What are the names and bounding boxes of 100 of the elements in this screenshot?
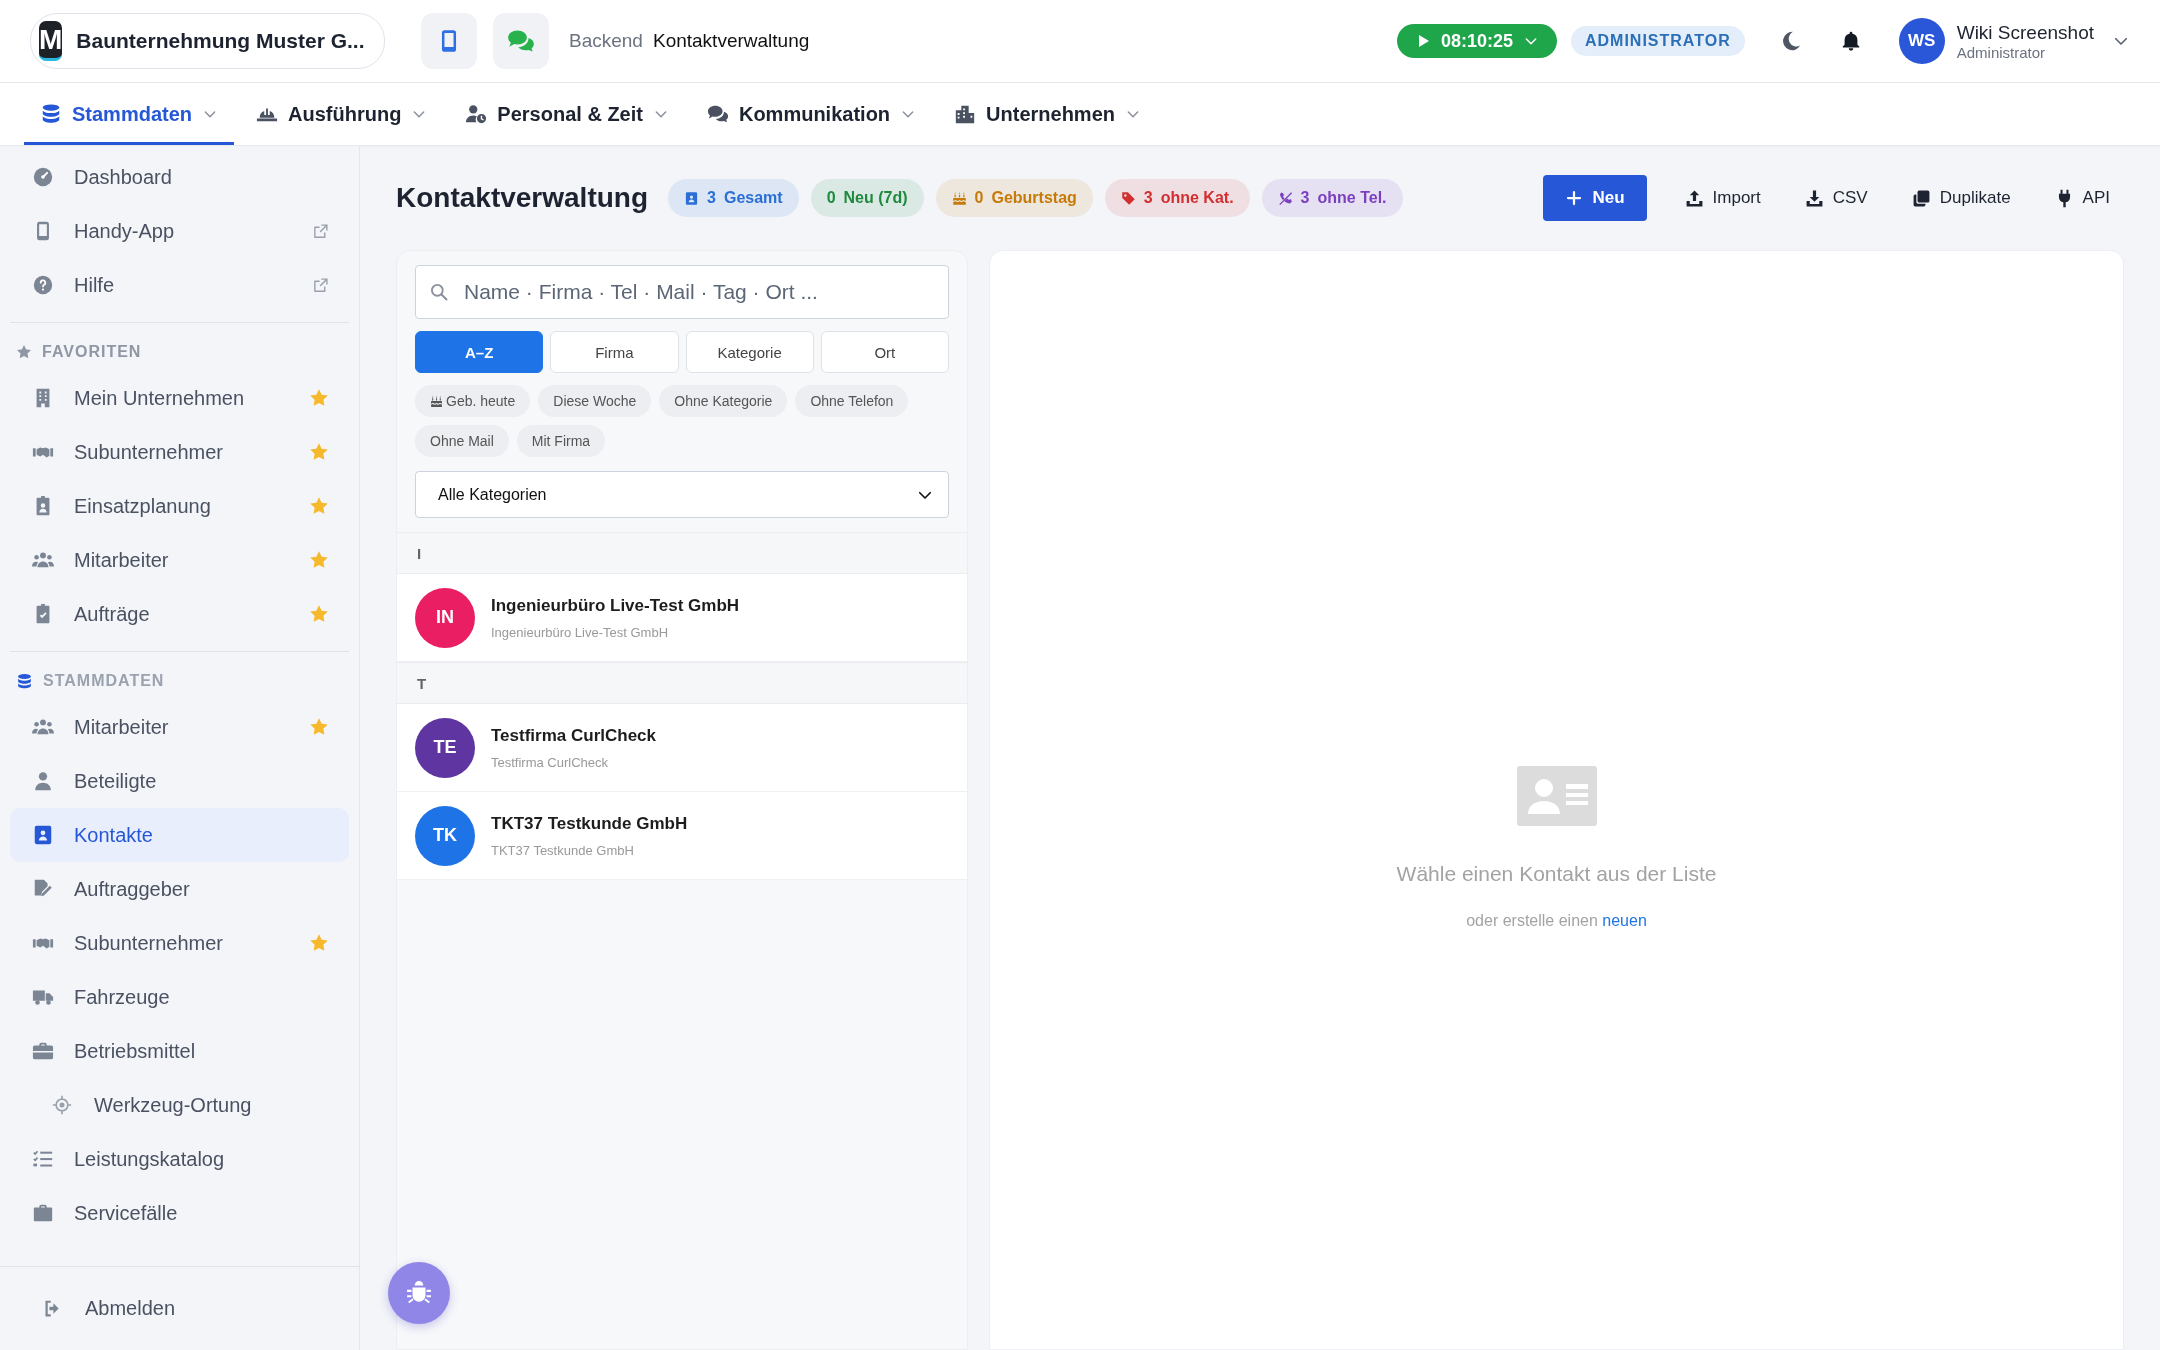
sort-tab[interactable]: A–Z [415, 331, 544, 373]
toolbar-button[interactable]: API [2040, 175, 2124, 221]
filter-chip[interactable]: Geb. heute [415, 385, 531, 417]
contact-name: TKT37 Testkunde GmbH [491, 813, 688, 834]
stat-badge[interactable]: 3 Gesamt [668, 179, 799, 217]
contact-row[interactable]: IN Ingenieurbüro Live-Test GmbH Ingenieurbüro Live-Test GmbH [397, 574, 967, 662]
star-icon [309, 496, 329, 516]
copy-icon [1911, 188, 1931, 208]
logout-link[interactable]: Abmelden [10, 1281, 349, 1335]
nav-tab[interactable]: Personal & Zeit [449, 83, 685, 145]
contact-company: Testfirma CurlCheck [491, 754, 610, 770]
empty-state-hint: oder erstelle einen [1466, 911, 1598, 929]
sidebar-item[interactable]: Beteiligte [10, 754, 349, 808]
role-badge: ADMINISTRATOR [1571, 26, 1745, 56]
database-icon [40, 103, 62, 125]
sidebar-item[interactable]: Kontakte [10, 808, 349, 862]
sidebar-item[interactable]: Mitarbeiter [10, 533, 349, 587]
contact-avatar: IN [415, 587, 475, 648]
external-link-icon [312, 276, 329, 294]
new-contact-link[interactable]: neuen [1602, 911, 1647, 929]
briefcase-icon [32, 1202, 54, 1224]
filter-chip[interactable]: Mit Firma [516, 425, 606, 457]
sort-tab[interactable]: Ort [820, 331, 949, 373]
phone-slash-icon [1277, 190, 1293, 206]
contact-name: Testfirma CurlCheck [491, 725, 656, 746]
sidebar-item[interactable]: Betriebsmittel [10, 1024, 349, 1078]
sidebar-item[interactable]: Mitarbeiter [10, 700, 349, 754]
company-name: Baunternehmung Muster G... [76, 29, 365, 53]
search-field[interactable]: Name · Firma · Tel · Mail · Tag · Ort ... [415, 265, 949, 319]
mobile-app-button[interactable] [421, 13, 477, 69]
contact-card-icon [1516, 765, 1597, 826]
buildings-icon [954, 103, 977, 125]
stat-badge[interactable]: 0 Neu (7d) [810, 179, 924, 217]
sort-tab[interactable]: Firma [550, 331, 679, 373]
sidebar-item[interactable]: Servicefälle [10, 1186, 349, 1240]
sidebar-item[interactable]: Subunternehmer [10, 916, 349, 970]
user-clock-icon [465, 103, 488, 125]
user-role: Administrator [1956, 43, 2047, 61]
chat-button[interactable] [493, 13, 549, 69]
user-avatar: WS [1898, 18, 1945, 64]
database-icon [16, 672, 33, 690]
stat-badge[interactable]: 3 ohne Tel. [1261, 179, 1403, 217]
sidebar-item[interactable]: Einsatzplanung [10, 479, 349, 533]
star-icon [309, 717, 329, 737]
star-icon [309, 442, 329, 462]
category-select[interactable]: Alle Kategorien [415, 471, 949, 518]
sort-tab[interactable]: Kategorie [685, 331, 814, 373]
chat-bubbles-icon [706, 103, 729, 125]
section-heading: FAVORITEN [42, 343, 142, 361]
address-card-icon [684, 190, 700, 206]
tag-icon [1120, 190, 1136, 206]
toolbox-icon [32, 1040, 54, 1062]
breadcrumb-page: Kontaktverwaltung [652, 30, 810, 52]
sidebar-item[interactable]: Dashboard [10, 150, 349, 204]
filter-chip[interactable]: Ohne Telefon [795, 385, 909, 417]
sidebar-item[interactable]: Subunternehmer [10, 425, 349, 479]
contact-avatar: TE [415, 717, 475, 778]
company-switcher[interactable]: M Baunternehmung Muster G... [30, 13, 385, 69]
star-icon [16, 344, 32, 360]
filter-chip[interactable]: Ohne Kategorie [659, 385, 788, 417]
checklist-icon [32, 1148, 54, 1170]
sidebar-item[interactable]: Aufträge [10, 587, 349, 641]
contact-avatar: TK [415, 805, 475, 866]
nav-tab[interactable]: Ausführung [240, 83, 444, 145]
sidebar-item[interactable]: Hilfe [10, 258, 349, 312]
sidebar-item[interactable]: Fahrzeuge [10, 970, 349, 1024]
page-title: Kontaktverwaltung [396, 182, 649, 214]
stat-badge[interactable]: 3 ohne Kat. [1104, 179, 1250, 217]
bug-icon [406, 1280, 432, 1306]
star-icon [309, 604, 329, 624]
sidebar-item[interactable]: Mein Unternehmen [10, 371, 349, 425]
contact-name: Ingenieurbüro Live-Test GmbH [491, 595, 740, 616]
sidebar-item[interactable]: Werkzeug-Ortung [10, 1078, 349, 1132]
sidebar-item[interactable]: Handy-App [10, 204, 349, 258]
sidebar-item[interactable]: Auftraggeber [10, 862, 349, 916]
filter-chip[interactable]: Ohne Mail [415, 425, 509, 457]
toolbar-button[interactable]: Neu [1543, 175, 1647, 221]
sidebar-item[interactable]: Leistungskatalog [10, 1132, 349, 1186]
star-icon [309, 550, 329, 570]
nav-tab[interactable]: Kommunikation [690, 83, 933, 145]
toolbar-button[interactable]: CSV [1790, 175, 1882, 221]
crosshairs-icon [52, 1095, 72, 1115]
help-icon [32, 274, 54, 296]
contact-row[interactable]: TK TKT37 Testkunde GmbH TKT37 Testkunde GmbH [397, 792, 967, 880]
star-icon [309, 933, 329, 953]
filter-chip[interactable]: Diese Woche [538, 385, 652, 417]
star-icon [309, 388, 329, 408]
nav-tab[interactable]: Unternehmen [938, 83, 1157, 145]
group-letter: T [397, 662, 967, 704]
user-icon [32, 770, 54, 792]
cake-icon [951, 190, 967, 206]
contact-row[interactable]: TE Testfirma CurlCheck Testfirma CurlCheck [397, 704, 967, 792]
toolbar-button[interactable]: Import [1670, 175, 1775, 221]
gauge-icon [32, 166, 54, 188]
section-heading: STAMMDATEN [43, 672, 165, 690]
contact-company: TKT37 Testkunde GmbH [491, 842, 635, 858]
company-logo: M [39, 21, 63, 61]
toolbar-button[interactable]: Duplikate [1897, 175, 2025, 221]
user-menu[interactable]: WS Wiki Screenshot Administrator [1898, 18, 2130, 64]
contact-company: Ingenieurbüro Live-Test GmbH [491, 624, 670, 640]
